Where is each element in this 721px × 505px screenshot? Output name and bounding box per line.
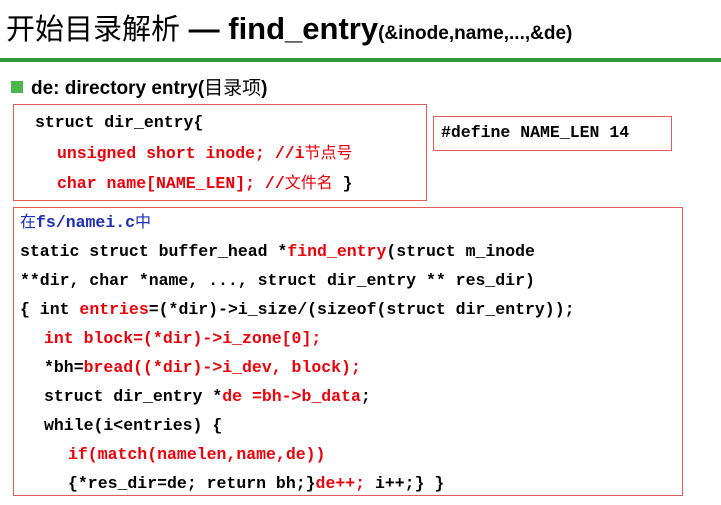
code-line-3-part-c: =(*dir)->i_size/(sizeof(struct dir_entry… (148, 300, 575, 319)
code-line-1-part-c: (struct m_inode (386, 242, 535, 261)
define-box: #define NAME_LEN 14 (433, 116, 672, 151)
code-line-3: { int entries=(*dir)->i_size/(sizeof(str… (20, 298, 575, 322)
define-line: #define NAME_LEN 14 (441, 123, 630, 142)
struct-line-2-comment-chinese: 节点号 (304, 143, 353, 162)
struct-line-1: struct dir_entry{ (35, 113, 204, 132)
title-underline (0, 58, 721, 62)
code-line-7: while(i<entries) { (44, 416, 223, 435)
bullet-text-chinese: 目录项 (204, 77, 262, 99)
source-file-prefix-chinese: 在 (20, 212, 37, 231)
code-line-2: **dir, char *name, ..., struct dir_entry… (20, 271, 535, 290)
code-line-9-part-c: i++;} } (365, 474, 445, 493)
struct-line-3-comment-chinese: 文件名 (284, 173, 333, 192)
struct-line-3-close-brace: } (332, 174, 353, 193)
slide: 开始目录解析 — find_entry(&inode,name,...,&de)… (0, 0, 721, 505)
find-entry-code-box: 在fs/namei.c中 static struct buffer_head *… (13, 207, 683, 496)
code-line-6-semicolon: ; (360, 387, 371, 406)
struct-definition-box: struct dir_entry{ unsigned short inode; … (13, 104, 427, 201)
title-chinese: 开始目录解析 (6, 12, 181, 46)
code-line-8: if(match(namelen,name,de)) (68, 445, 326, 464)
code-line-6-de-assign: de =bh->b_data (222, 387, 361, 406)
bullet-de-directory-entry: de: directory entry(目录项) (11, 73, 268, 99)
code-line-1-function-name: find_entry (287, 242, 387, 261)
title-arguments: (&inode,name,...,&de) (378, 23, 573, 44)
source-file-path: fs/namei.c (36, 213, 136, 232)
struct-line-3: char name[NAME_LEN]; //文件名 } (57, 171, 353, 195)
code-line-5: *bh=bread((*dir)->i_dev, block); (44, 356, 361, 380)
code-line-3-entries: entries (79, 300, 149, 319)
code-line-3-part-a: { int (20, 300, 80, 319)
source-file-label: 在fs/namei.c中 (20, 210, 151, 234)
code-line-1-part-a: static struct buffer_head * (20, 242, 288, 261)
title-dash: — (180, 11, 229, 46)
code-line-9: {*res_dir=de; return bh;}de++; i++;} } (68, 472, 444, 496)
code-line-5-bread-call: bread((*dir)->i_dev, block); (83, 358, 361, 377)
bullet-text-suffix: ) (261, 78, 268, 99)
code-line-9-de-increment: de++; (315, 474, 366, 493)
bullet-text-prefix: de: directory entry( (31, 78, 205, 99)
code-line-4: int block=(*dir)->i_zone[0]; (44, 329, 322, 348)
title-function: find_entry (228, 11, 379, 46)
code-line-6-part-a: struct dir_entry * (44, 387, 223, 406)
code-line-6: struct dir_entry *de =bh->b_data; (44, 385, 371, 409)
slide-title: 开始目录解析 — find_entry(&inode,name,...,&de) (6, 6, 572, 46)
struct-line-2: unsigned short inode; //i节点号 (57, 141, 353, 165)
struct-line-2-code: unsigned short inode; //i (57, 144, 305, 163)
code-line-1: static struct buffer_head *find_entry(st… (20, 240, 535, 264)
bullet-square-icon (11, 81, 23, 93)
code-line-5-part-a: *bh= (44, 358, 84, 377)
source-file-suffix-chinese: 中 (135, 212, 152, 231)
struct-line-3-code: char name[NAME_LEN]; // (57, 174, 285, 193)
code-line-9-part-a: {*res_dir=de; return bh;} (68, 474, 316, 493)
